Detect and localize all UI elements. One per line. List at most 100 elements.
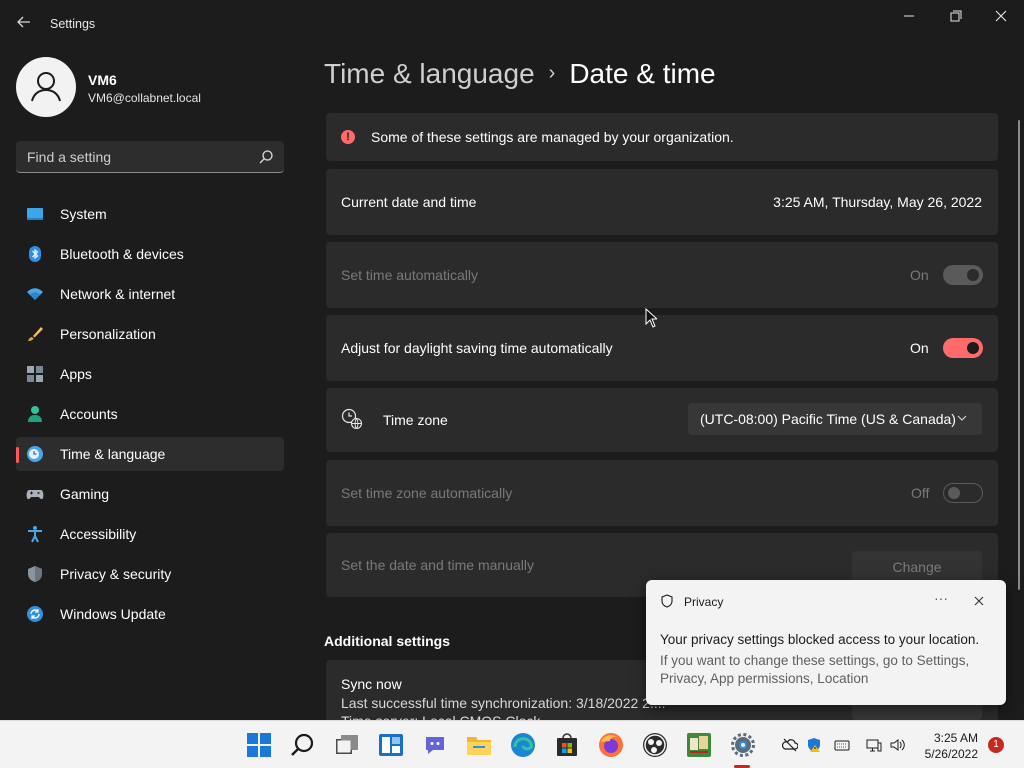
- breadcrumb: Time & language › Date & time: [324, 58, 716, 90]
- account-icon: [28, 406, 42, 422]
- time-zone-icon: [341, 408, 363, 430]
- store-icon[interactable]: [554, 732, 580, 758]
- clock-globe-icon: [27, 446, 43, 462]
- active-indicator: [16, 447, 19, 463]
- search-icon[interactable]: [290, 732, 316, 758]
- sidebar-item-apps[interactable]: Apps: [16, 357, 284, 391]
- title-bar: Settings: [0, 0, 1024, 48]
- minimize-icon: [904, 15, 914, 17]
- toast-app-name: Privacy: [684, 595, 724, 609]
- breadcrumb-separator: ›: [548, 62, 556, 84]
- toast-title: Your privacy settings blocked access to …: [660, 632, 980, 647]
- settings-icon[interactable]: [730, 732, 756, 758]
- sync-title: Sync now: [341, 676, 402, 692]
- close-icon: [995, 10, 1007, 22]
- time-zone-value: (UTC-08:00) Pacific Time (US & Canada): [700, 411, 956, 427]
- notification-badge[interactable]: 1: [988, 737, 1004, 753]
- search-box[interactable]: Find a setting: [16, 141, 284, 173]
- taskbar-clock[interactable]: 3:25 AM 5/26/2022: [918, 730, 978, 762]
- search-input[interactable]: Find a setting: [27, 149, 111, 165]
- sidebar-item-windows-update[interactable]: Windows Update: [16, 597, 284, 631]
- time-zone-dropdown[interactable]: (UTC-08:00) Pacific Time (US & Canada): [688, 403, 982, 435]
- manual-datetime-label: Set the date and time manually: [341, 557, 535, 573]
- close-icon[interactable]: [972, 594, 986, 608]
- additional-settings-heading: Additional settings: [324, 633, 450, 649]
- change-button[interactable]: Change: [852, 551, 982, 583]
- sidebar-item-label: Windows Update: [60, 606, 166, 622]
- keyboard-icon[interactable]: [834, 737, 850, 753]
- onedrive-offline-icon[interactable]: [782, 737, 798, 753]
- org-notice-banner: ! Some of these settings are managed by …: [326, 113, 998, 161]
- daylight-saving-label: Adjust for daylight saving time automati…: [341, 340, 613, 356]
- sidebar-item-privacy[interactable]: Privacy & security: [16, 557, 284, 591]
- avatar[interactable]: [16, 57, 76, 117]
- game-icon[interactable]: [686, 732, 712, 758]
- current-datetime-label: Current date and time: [341, 194, 477, 210]
- taskbar: 3:25 AM 5/26/2022 1: [0, 720, 1024, 768]
- obs-icon[interactable]: [642, 732, 668, 758]
- shield-icon: [28, 566, 42, 582]
- task-view-icon[interactable]: [334, 732, 360, 758]
- sidebar-item-accessibility[interactable]: Accessibility: [16, 517, 284, 551]
- security-warning-icon[interactable]: [806, 737, 822, 753]
- sidebar-item-label: Network & internet: [60, 286, 176, 302]
- sidebar-item-label: Accounts: [60, 406, 118, 422]
- privacy-toast[interactable]: Privacy ··· Your privacy settings blocke…: [646, 580, 1006, 705]
- daylight-saving-toggle[interactable]: [943, 338, 983, 358]
- time-zone-label: Time zone: [383, 412, 448, 428]
- volume-icon[interactable]: [890, 737, 906, 753]
- minimize-button[interactable]: [886, 6, 932, 28]
- time-zone-card: Time zone (UTC-08:00) Pacific Time (US &…: [326, 388, 998, 452]
- user-icon: [31, 72, 61, 102]
- teams-chat-icon[interactable]: [422, 732, 448, 758]
- accessibility-icon: [28, 526, 42, 543]
- sidebar-item-gaming[interactable]: Gaming: [16, 477, 284, 511]
- daylight-saving-card: Adjust for daylight saving time automati…: [326, 315, 998, 381]
- user-email: VM6@collabnet.local: [88, 91, 201, 105]
- taskbar-time: 3:25 AM: [933, 731, 978, 745]
- breadcrumb-parent[interactable]: Time & language: [324, 58, 535, 89]
- bluetooth-icon: [29, 246, 41, 262]
- set-time-auto-label: Set time automatically: [341, 267, 478, 283]
- apps-icon: [27, 366, 43, 382]
- current-datetime-card: Current date and time 3:25 AM, Thursday,…: [326, 169, 998, 235]
- restore-icon: [950, 10, 962, 22]
- sidebar-item-bluetooth[interactable]: Bluetooth & devices: [16, 237, 284, 271]
- set-tz-auto-card: Set time zone automatically Off: [326, 460, 998, 526]
- error-icon: !: [341, 130, 355, 144]
- chevron-down-icon: [957, 415, 967, 421]
- toggle-knob: [948, 487, 960, 499]
- shield-icon: [661, 594, 673, 608]
- set-time-auto-toggle[interactable]: [943, 265, 983, 285]
- set-time-auto-state: On: [910, 267, 929, 283]
- back-button[interactable]: [14, 14, 34, 34]
- firefox-icon[interactable]: [598, 732, 624, 758]
- sidebar-item-accounts[interactable]: Accounts: [16, 397, 284, 431]
- back-arrow-icon: [17, 16, 30, 28]
- sidebar-item-system[interactable]: System: [16, 197, 284, 231]
- brush-icon: [28, 327, 43, 341]
- sidebar-item-label: Time & language: [60, 446, 166, 462]
- close-window-button[interactable]: [978, 6, 1024, 28]
- edge-icon[interactable]: [510, 732, 536, 758]
- taskbar-date: 5/26/2022: [924, 747, 978, 761]
- sidebar-item-label: Accessibility: [60, 526, 137, 542]
- sync-last-time: Last successful time synchronization: 3/…: [341, 695, 666, 711]
- page-title: Date & time: [569, 58, 716, 89]
- set-tz-auto-toggle[interactable]: [943, 483, 983, 503]
- file-explorer-icon[interactable]: [466, 732, 492, 758]
- sidebar-item-personalization[interactable]: Personalization: [16, 317, 284, 351]
- toast-body: If you want to change these settings, go…: [660, 653, 970, 686]
- sidebar-item-time-language[interactable]: Time & language: [16, 437, 284, 471]
- scrollbar[interactable]: [1018, 120, 1020, 590]
- maximize-button[interactable]: [932, 6, 978, 28]
- set-tz-auto-label: Set time zone automatically: [341, 485, 513, 501]
- search-icon[interactable]: [258, 149, 274, 165]
- mouse-cursor-icon: [645, 308, 657, 328]
- start-icon[interactable]: [246, 732, 272, 758]
- sidebar-item-network[interactable]: Network & internet: [16, 277, 284, 311]
- more-options-button[interactable]: ···: [930, 590, 952, 610]
- widgets-icon[interactable]: [378, 732, 404, 758]
- user-name: VM6: [88, 72, 117, 88]
- network-icon[interactable]: [866, 737, 882, 753]
